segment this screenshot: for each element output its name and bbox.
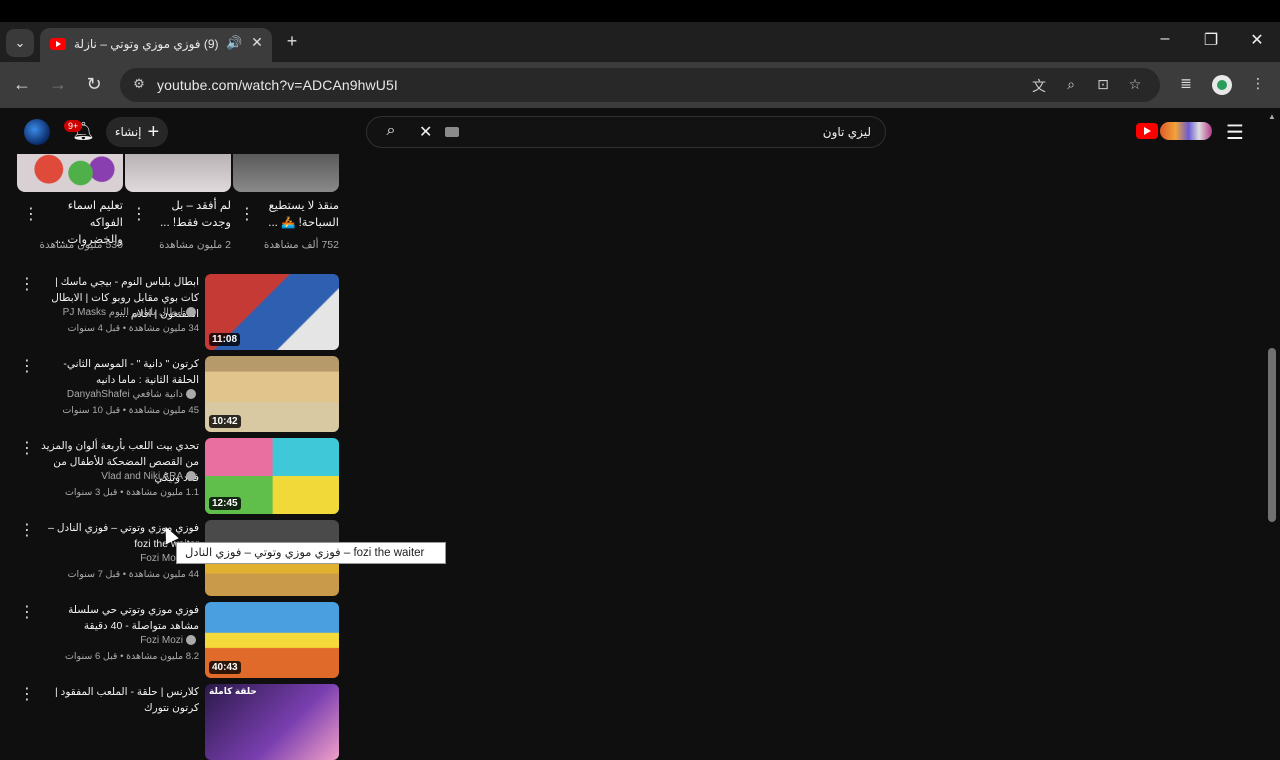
browser-tab-active[interactable]: (9) فوزي موزي وتوتي – نازلة 🔊 ✕ [40, 28, 272, 62]
create-label: إنشاء [114, 125, 142, 139]
more-options-icon[interactable]: ⋮ [19, 602, 35, 622]
create-button[interactable]: إنشاء + [106, 117, 168, 147]
duration-badge: 11:08 [209, 333, 241, 346]
reload-button[interactable]: ↻ [82, 74, 106, 95]
shorts-shelf: منقذ لا يستطيع السباحة! 🚣‍ ... 752 ألف م… [17, 154, 339, 254]
more-options-icon[interactable]: ⋮ [19, 356, 35, 376]
duration-badge: 10:42 [209, 415, 241, 428]
channel-label: دانية شافعي DanyahShafei [66, 389, 183, 400]
zoom-icon[interactable]: ⌕ [1061, 76, 1081, 93]
short-item[interactable]: تعليم اسماء الفواكه والخضروات ... 530 مل… [17, 154, 123, 251]
more-options-icon[interactable]: ⋮ [23, 204, 39, 224]
video-list-item[interactable]: 40:43 فوزي موزي وتوتي حي سلسلة مشاهد متو… [17, 602, 339, 678]
hamburger-menu-icon[interactable]: ☰ [1226, 120, 1244, 145]
short-thumbnail[interactable] [125, 154, 231, 192]
channel-name[interactable]: دانية شافعي DanyahShafei [67, 389, 199, 400]
short-item[interactable]: لم أفقد – بل وجدت فقط! ... 2 مليون مشاهد… [125, 154, 231, 251]
channel-name[interactable]: Vlad and Niki ARA [101, 471, 199, 482]
youtube-logo-icon[interactable] [1136, 123, 1158, 139]
more-options-icon[interactable]: ⋮ [239, 204, 255, 224]
video-meta: 34 مليون مشاهدة • قبل 4 سنوات [67, 323, 199, 334]
youtube-doodle-logo[interactable] [1160, 122, 1212, 140]
site-info-icon[interactable]: ⚙ [130, 76, 148, 94]
search-box[interactable]: ⌕ ✕ ليزي تاون [366, 116, 886, 148]
speaker-icon[interactable]: 🔊 [226, 35, 242, 51]
profile-avatar[interactable] [1212, 75, 1232, 95]
browser-menu-icon[interactable]: ⋮ [1248, 75, 1268, 92]
video-meta: 1.1 مليون مشاهدة • قبل 3 سنوات [64, 487, 199, 498]
tab-close-icon[interactable]: ✕ [248, 34, 266, 51]
forward-button[interactable]: → [46, 74, 70, 95]
page-scrollbar[interactable] [1268, 348, 1276, 522]
minimize-button[interactable]: – [1150, 30, 1180, 48]
media-controls-icon[interactable]: ≣ [1176, 75, 1196, 92]
browser-toolbar: ← → ↻ ⚙ youtube.com/watch?v=ADCAn9hwU5I … [0, 62, 1280, 108]
install-app-icon[interactable]: ⊡ [1093, 76, 1113, 93]
account-avatar[interactable] [24, 119, 50, 145]
short-thumbnail[interactable] [17, 154, 123, 192]
new-tab-button[interactable]: + [282, 31, 302, 52]
scroll-up-arrow-icon[interactable]: ▲ [1268, 112, 1276, 121]
channel-name[interactable]: Fozi Mozi [140, 635, 199, 646]
bookmark-star-icon[interactable]: ☆ [1125, 76, 1145, 93]
video-meta: 45 مليون مشاهدة • قبل 10 سنوات [62, 405, 199, 416]
video-list-item[interactable]: 11:08 ابطال بلباس النوم - بيجي ماسك | كا… [17, 274, 339, 350]
video-thumbnail[interactable]: 40:43 [205, 602, 339, 678]
screen-top-bar [0, 0, 1280, 22]
plus-icon: + [147, 121, 160, 143]
tab-search-chevron-icon[interactable]: ⌄ [6, 29, 34, 57]
channel-label: Fozi Mozi [140, 635, 183, 646]
hover-tooltip: فوزي موزي وتوتي – فوزي النادل – fozi the… [176, 542, 446, 564]
more-options-icon[interactable]: ⋮ [19, 438, 35, 458]
short-title[interactable]: لم أفقد – بل وجدت فقط! ... [147, 198, 231, 232]
restore-button[interactable]: ❐ [1196, 30, 1226, 50]
video-meta: 8.2 مليون مشاهدة • قبل 6 سنوات [64, 651, 199, 662]
channel-name[interactable]: ابطال بلباس النوم PJ Masks [63, 307, 199, 318]
more-options-icon[interactable]: ⋮ [19, 684, 35, 704]
video-list-item[interactable]: حلقة كاملة كلارنس | حلقة - الملعب المفقو… [17, 684, 339, 760]
verified-icon [186, 471, 196, 482]
video-title[interactable]: كلارنس | حلقة - الملعب المفقود | كرتون ن… [39, 684, 199, 716]
notification-badge: 9+ [64, 120, 83, 132]
duration-badge: 40:43 [209, 661, 241, 674]
full-episode-badge: حلقة كاملة [209, 686, 257, 696]
youtube-favicon-icon [50, 38, 66, 50]
more-options-icon[interactable]: ⋮ [131, 204, 147, 224]
video-title[interactable]: فوزي موزي وتوتي حي سلسلة مشاهد متواصلة -… [39, 602, 199, 634]
verified-icon [186, 307, 196, 318]
short-views: 530 مليون مشاهدة [39, 239, 123, 251]
close-window-button[interactable]: ✕ [1242, 30, 1272, 50]
verified-icon [186, 635, 196, 646]
video-title[interactable]: كرتون " دانية " - الموسم الثاني- الحلقة … [39, 356, 199, 388]
url-text: youtube.com/watch?v=ADCAn9hwU5I [157, 77, 398, 93]
keyboard-icon[interactable] [445, 127, 459, 137]
more-options-icon[interactable]: ⋮ [19, 520, 35, 540]
short-views: 752 ألف مشاهدة [263, 239, 339, 251]
short-item[interactable]: منقذ لا يستطيع السباحة! 🚣‍ ... 752 ألف م… [233, 154, 339, 251]
short-views: 2 مليون مشاهدة [159, 239, 231, 251]
channel-label: Vlad and Niki ARA [101, 471, 183, 482]
video-thumbnail[interactable]: 10:42 [205, 356, 339, 432]
search-input[interactable]: ليزي تاون [823, 125, 871, 139]
video-thumbnail[interactable]: حلقة كاملة [205, 684, 339, 760]
duration-badge: 12:45 [209, 497, 241, 510]
short-title[interactable]: منقذ لا يستطيع السباحة! 🚣‍ ... [255, 198, 339, 232]
video-list-item[interactable]: 10:42 كرتون " دانية " - الموسم الثاني- ا… [17, 356, 339, 432]
clear-search-icon[interactable]: ✕ [419, 122, 432, 142]
tab-title: (9) فوزي موزي وتوتي – نازلة [74, 37, 219, 51]
short-thumbnail[interactable] [233, 154, 339, 192]
verified-icon [186, 389, 196, 400]
video-thumbnail[interactable]: 12:45 [205, 438, 339, 514]
search-icon[interactable]: ⌕ [381, 122, 401, 140]
video-thumbnail[interactable]: 11:08 [205, 274, 339, 350]
channel-label: ابطال بلباس النوم PJ Masks [62, 307, 183, 318]
video-meta: 44 مليون مشاهدة • قبل 7 سنوات [67, 569, 199, 580]
back-button[interactable]: ← [10, 74, 34, 95]
address-bar[interactable]: ⚙ youtube.com/watch?v=ADCAn9hwU5I 文 ⌕ ⊡ … [120, 68, 1160, 102]
video-list-item[interactable]: 12:45 تحدي بيت اللعب بأربعة ألوان والمزي… [17, 438, 339, 514]
translate-icon[interactable]: 文 [1029, 76, 1049, 96]
browser-tab-strip: ⌄ (9) فوزي موزي وتوتي – نازلة 🔊 ✕ + – ❐ … [0, 22, 1280, 62]
more-options-icon[interactable]: ⋮ [19, 274, 35, 294]
